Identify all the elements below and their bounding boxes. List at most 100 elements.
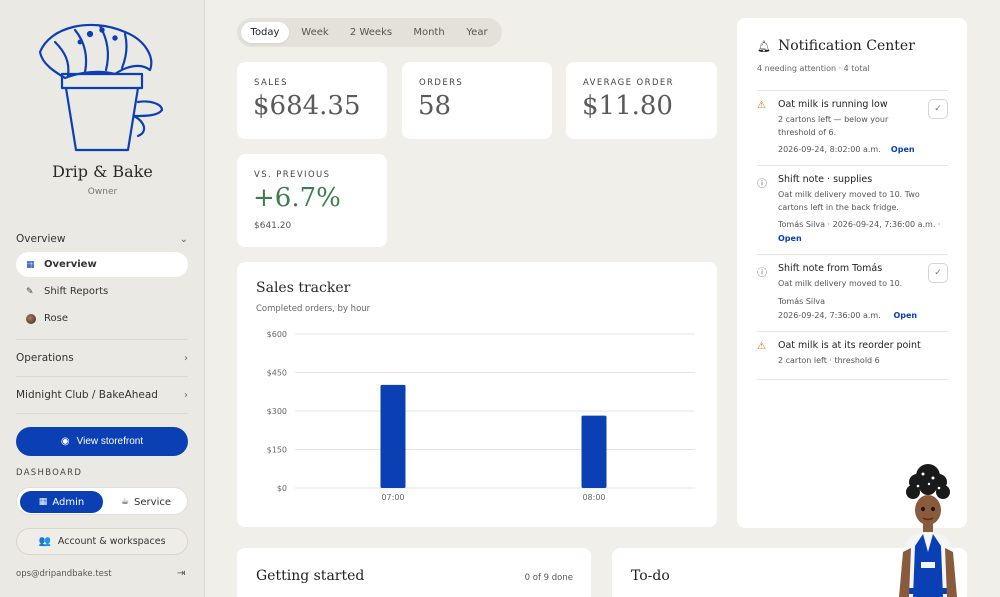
tab-week[interactable]: Week	[293, 22, 337, 43]
mode-admin-button[interactable]: ▦ Admin	[20, 491, 103, 513]
open-link[interactable]: Open	[778, 234, 802, 243]
chevron-right-icon: ›	[184, 352, 188, 364]
notification-meta-row: Tomás Silva · 2026-09-24, 7:36:00 a.m. ·…	[778, 218, 948, 246]
open-link[interactable]: Open	[891, 145, 915, 154]
button-label: Account & workspaces	[57, 536, 166, 547]
sidebar-item-rose[interactable]: Rose	[16, 306, 188, 331]
progress-count: 0 of 9 done	[524, 573, 573, 583]
notification-meta-row: 2026-09-24, 8:02:00 a.m. Open	[778, 143, 948, 157]
nav-group-operations[interactable]: Operations ›	[16, 352, 188, 364]
mark-read-checkbox[interactable]: ✓	[928, 99, 948, 119]
kpi-average-order-card: AVERAGE ORDER $11.80	[566, 62, 717, 139]
kpi-label: AVERAGE ORDER	[583, 78, 674, 88]
user-email: ops@dripandbake.test	[16, 569, 112, 579]
notification-item: ⚠ Oat milk is at its reorder point 2 car…	[757, 332, 948, 380]
notification-meta: 4 needing attention · 4 total	[757, 64, 870, 73]
y-tick-label: $150	[267, 446, 287, 455]
kpi-value: $11.80	[582, 91, 673, 121]
users-icon: 👥	[38, 536, 51, 547]
account-workspaces-button[interactable]: 👥 Account & workspaces	[16, 528, 188, 555]
divider	[16, 339, 188, 340]
warning-icon: ⚠	[757, 340, 766, 352]
edit-icon: ✎	[26, 286, 34, 297]
open-link[interactable]: Open	[893, 311, 917, 320]
tab-today[interactable]: Today	[241, 22, 289, 43]
kpi-previous-amount: $641.20	[254, 221, 292, 231]
bell-icon: 🔔︎	[757, 39, 771, 53]
kpi-value: $684.35	[253, 91, 361, 121]
notification-body: 2 cartons left — below your threshold of…	[778, 115, 889, 137]
y-tick-label: $0	[277, 484, 287, 493]
mode-switch: ▦ Admin ☕ Service	[16, 487, 188, 515]
y-tick-label: $450	[267, 369, 287, 378]
nav-group-workspace[interactable]: Midnight Club / BakeAhead ›	[16, 389, 188, 401]
notification-time: 2026-09-24, 8:02:00 a.m.	[778, 145, 881, 154]
view-storefront-button[interactable]: ◉ View storefront	[16, 427, 188, 456]
warning-icon: ⚠	[757, 100, 766, 111]
divider	[16, 413, 188, 414]
notification-title: Oat milk is at its reorder point	[778, 339, 921, 351]
sidebar-item-overview[interactable]: ▦ Overview	[16, 252, 188, 277]
croissant-cup-logo	[38, 23, 164, 152]
button-label: View storefront	[76, 436, 144, 447]
notification-time: Tomás Silva · 2026-09-24, 7:36:00 a.m. ·	[778, 220, 941, 229]
card-title: Getting started	[256, 568, 365, 584]
mode-service-button[interactable]: ☕ Service	[107, 491, 185, 513]
dashboard-label: DASHBOARD	[16, 468, 83, 478]
tab-2-weeks[interactable]: 2 Weeks	[341, 22, 401, 43]
notification-body: Oat milk delivery moved to 10. Two carto…	[778, 190, 920, 212]
notification-center-card: 🔔︎ Notification Center 4 needing attenti…	[737, 18, 967, 528]
notification-body: 2 carton left · threshold 6	[778, 355, 880, 365]
tab-year[interactable]: Year	[457, 22, 497, 43]
avatar	[26, 313, 36, 324]
nav-group-label: Operations	[16, 352, 74, 364]
kpi-value: +6.7%	[253, 183, 341, 213]
notification-meta-row: Tomás Silva 2026-09-24, 7:36:00 a.m. Ope…	[778, 295, 948, 323]
kpi-label: VS. PREVIOUS	[254, 170, 331, 180]
bar-0700[interactable]	[380, 384, 406, 488]
notification-author: Tomás Silva	[778, 296, 825, 306]
kpi-vs-previous-card: VS. PREVIOUS +6.7% $641.20	[237, 154, 387, 247]
chevron-down-icon: ⌄	[179, 233, 188, 245]
mark-read-checkbox[interactable]: ✓	[928, 263, 948, 283]
user-role: Owner	[87, 187, 118, 197]
brand-name: Drip & Bake	[52, 162, 153, 181]
notification-time: 2026-09-24, 7:36:00 a.m.	[778, 310, 881, 320]
range-tabs: Today Week 2 Weeks Month Year	[237, 18, 502, 47]
tab-month[interactable]: Month	[405, 22, 453, 43]
cup-icon: ☕	[120, 497, 130, 507]
kpi-orders-card: ORDERS 58	[402, 62, 552, 139]
sidebar-item-label: Shift Reports	[44, 286, 109, 297]
grid-icon: ▦	[38, 497, 48, 507]
notification-center-title: 🔔︎ Notification Center	[757, 38, 915, 54]
x-tick-label: 07:00	[381, 493, 404, 502]
sidebar-item-shift-reports[interactable]: ✎ Shift Reports	[16, 279, 188, 304]
kpi-value: 58	[418, 91, 452, 121]
notification-list[interactable]: ⚠ Oat milk is running low 2 cartons left…	[757, 90, 948, 397]
info-icon: ⓘ	[757, 268, 767, 279]
button-label: Service	[134, 496, 172, 508]
kpi-sales-card: SALES $684.35	[237, 62, 387, 139]
grid-icon: ▦	[26, 259, 35, 270]
kpi-label: SALES	[254, 78, 288, 88]
x-tick-label: 08:00	[582, 493, 605, 502]
sales-bar-chart: $0 $150 $300 $450 $600 07:00 08:00	[267, 330, 695, 502]
notification-item: ⚠ Oat milk is running low 2 cartons left…	[757, 91, 948, 166]
nav-group-label: Midnight Club / BakeAhead	[16, 389, 158, 401]
notification-item: ⓘ Shift note · supplies Oat milk deliver…	[757, 166, 948, 255]
notification-body: Oat milk delivery moved to 10.	[778, 279, 903, 288]
y-tick-label: $600	[267, 330, 287, 339]
button-label: Admin	[52, 496, 85, 508]
eye-icon: ◉	[60, 436, 70, 447]
title-text: Notification Center	[777, 38, 915, 54]
barista-mascot	[899, 464, 957, 597]
sidebar: Drip & Bake Owner Overview ⌄ ▦ Overview …	[0, 0, 205, 597]
bar-0800[interactable]	[581, 415, 607, 488]
sidebar-item-label: Rose	[44, 313, 68, 324]
logout-icon[interactable]: ⇥	[177, 568, 185, 579]
chevron-right-icon: ›	[184, 389, 188, 401]
check-icon: ✓	[934, 104, 942, 114]
notification-item: ⓘ Shift note from Tomás Oat milk deliver…	[757, 255, 948, 332]
kpi-label: ORDERS	[419, 78, 464, 88]
nav-group-overview[interactable]: Overview ⌄	[16, 233, 188, 245]
